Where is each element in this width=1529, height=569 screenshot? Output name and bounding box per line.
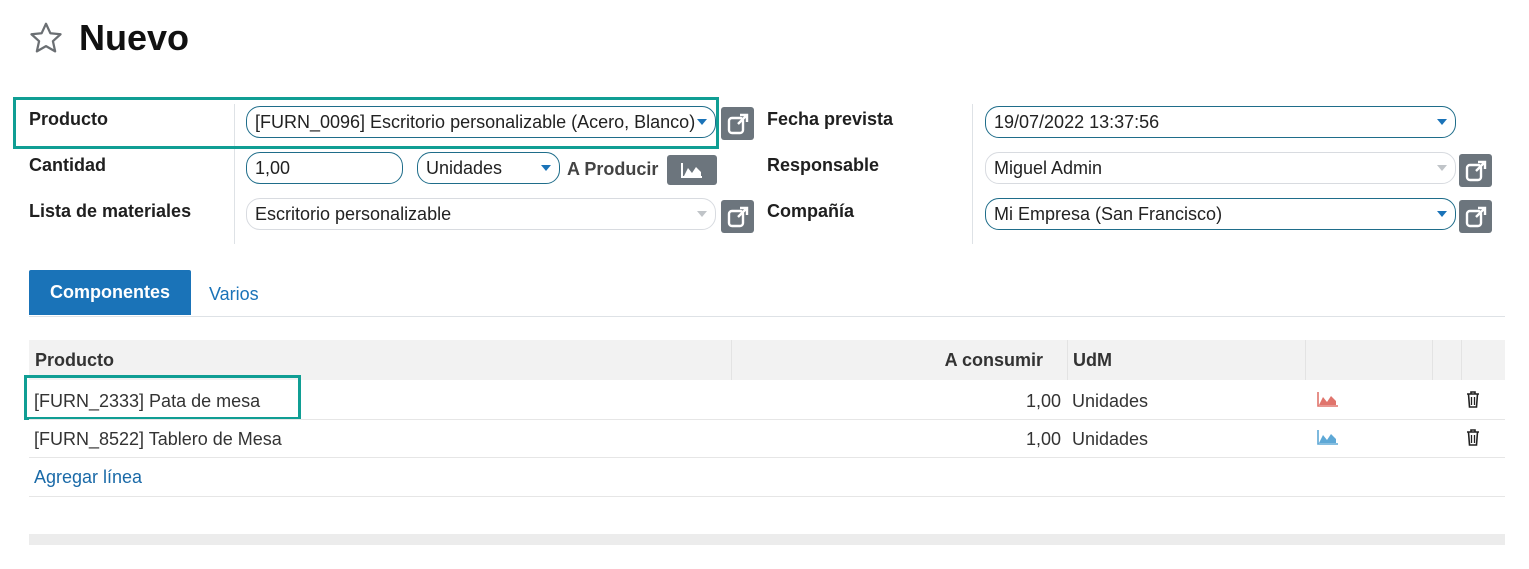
column-header-uom[interactable]: UdM <box>1073 348 1112 372</box>
forecast-report-button[interactable] <box>667 155 717 185</box>
add-line-link[interactable]: Agregar línea <box>34 465 142 489</box>
column-header-to-consume[interactable]: A consumir <box>740 348 1043 372</box>
scheduled-date-label: Fecha prevista <box>767 109 894 129</box>
company-external-link-button[interactable] <box>1459 200 1492 233</box>
chevron-down-icon <box>697 211 707 217</box>
column-header-product[interactable]: Producto <box>35 348 114 372</box>
page-title: Nuevo <box>79 17 190 58</box>
bom-external-link-button[interactable] <box>721 200 754 233</box>
company-label: Compañía <box>767 201 855 221</box>
external-link-icon <box>1465 206 1486 227</box>
row-divider <box>29 419 1505 420</box>
row-1-uom[interactable]: Unidades <box>1072 389 1148 413</box>
bom-field[interactable]: Escritorio personalizable <box>246 198 716 230</box>
forecast-chart-icon[interactable] <box>1317 392 1338 407</box>
company-field[interactable]: Mi Empresa (San Francisco) <box>985 198 1456 230</box>
column-separator <box>1432 340 1433 380</box>
favorite-star-icon[interactable] <box>28 20 64 56</box>
row-2-uom[interactable]: Unidades <box>1072 427 1148 451</box>
external-link-icon <box>727 206 748 227</box>
column-separator <box>731 340 732 380</box>
bom-label: Lista de materiales <box>29 201 192 221</box>
to-produce-label: A Producir <box>567 159 659 179</box>
forecast-chart-icon[interactable] <box>1317 430 1338 445</box>
product-highlight-box <box>13 97 719 149</box>
scheduled-date-field[interactable]: 19/07/2022 13:37:56 <box>985 106 1456 138</box>
row-2-product[interactable]: [FURN_8522] Tablero de Mesa <box>34 427 282 451</box>
external-link-icon <box>1465 160 1486 181</box>
column-separator <box>1067 340 1068 380</box>
uom-select[interactable]: Unidades <box>417 152 560 184</box>
quantity-input[interactable]: 1,00 <box>246 152 403 184</box>
responsible-external-link-button[interactable] <box>1459 154 1492 187</box>
row-divider <box>29 496 1505 497</box>
row-1-to-consume[interactable]: 1,00 <box>860 389 1061 413</box>
tab-varios[interactable]: Varios <box>209 282 259 306</box>
row-divider <box>29 457 1505 458</box>
row-2-to-consume[interactable]: 1,00 <box>860 427 1061 451</box>
responsible-field[interactable]: Miguel Admin <box>985 152 1456 184</box>
table-footer-bar <box>29 534 1505 545</box>
tab-divider <box>29 316 1505 317</box>
chevron-down-icon <box>1437 211 1447 217</box>
tab-componentes[interactable]: Componentes <box>29 270 191 315</box>
chevron-down-icon <box>1437 119 1447 125</box>
column-separator <box>1461 340 1462 380</box>
column-separator <box>1305 340 1306 380</box>
area-chart-icon <box>681 163 702 178</box>
label-separator <box>972 104 973 244</box>
external-link-icon <box>727 113 748 134</box>
chevron-down-icon <box>1437 165 1447 171</box>
component-highlight-box <box>24 375 301 420</box>
product-external-link-button[interactable] <box>721 107 754 140</box>
trash-icon[interactable] <box>1466 429 1480 446</box>
quantity-label: Cantidad <box>29 155 107 175</box>
responsible-label: Responsable <box>767 155 880 175</box>
chevron-down-icon <box>541 165 551 171</box>
trash-icon[interactable] <box>1466 391 1480 408</box>
